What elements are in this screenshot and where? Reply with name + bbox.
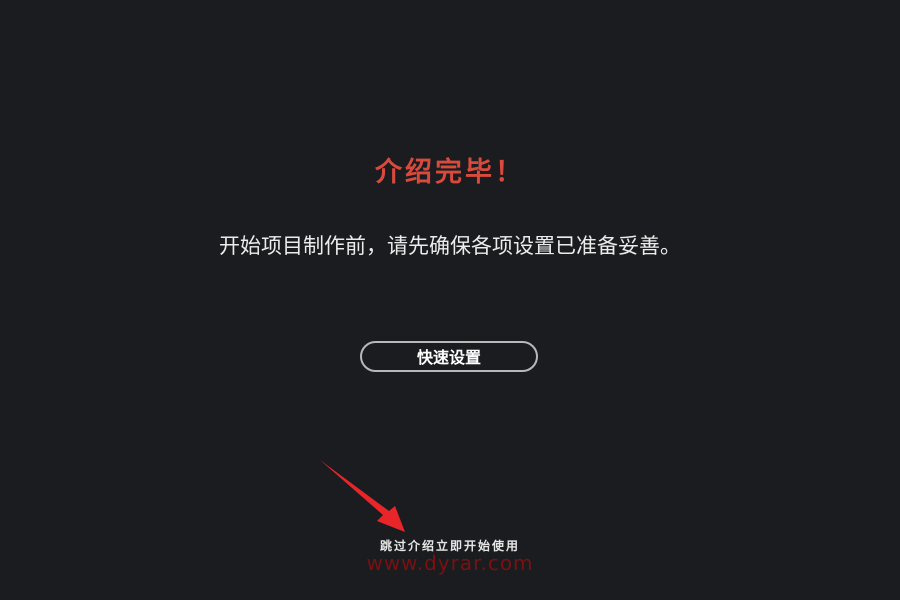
page-title: 介绍完毕！ [375, 157, 525, 188]
arrow-annotation-icon [320, 460, 405, 532]
intro-message: 开始项目制作前，请先确保各项设置已准备妥善。 [219, 234, 681, 258]
quick-setup-button[interactable]: 快速设置 [360, 341, 538, 372]
watermark: www.dyrar.com [366, 551, 534, 575]
